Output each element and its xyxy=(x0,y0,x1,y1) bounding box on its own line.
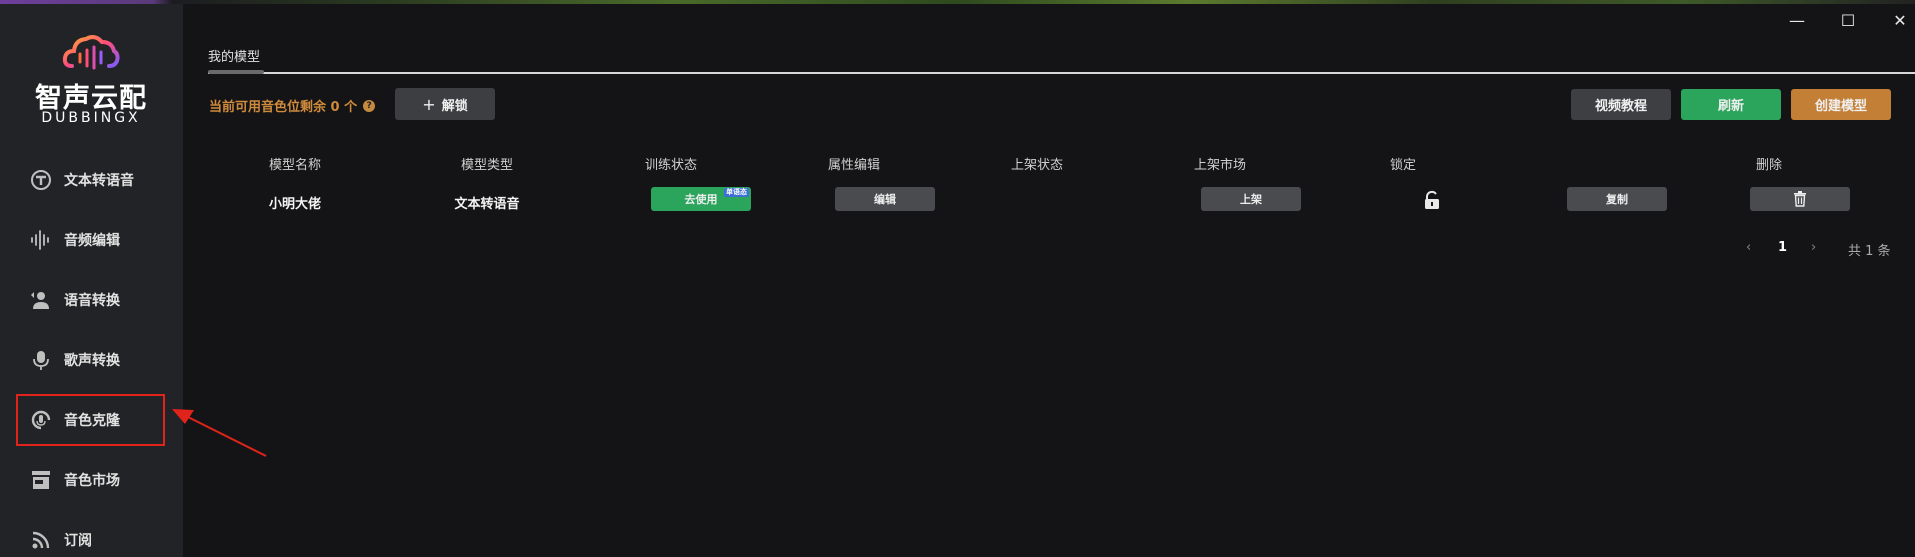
trash-icon xyxy=(1794,191,1806,207)
video-tutorial-button[interactable]: 视频教程 xyxy=(1571,89,1671,120)
sidebar-item-label: 音色市场 xyxy=(64,473,120,489)
edit-button[interactable]: 编辑 xyxy=(835,187,935,211)
tab-divider xyxy=(208,72,1915,74)
sidebar-item-subscribe[interactable]: 订阅 xyxy=(0,510,183,557)
cell-model-type: 文本转语音 xyxy=(454,197,520,212)
voice-convert-icon xyxy=(28,287,54,313)
copy-button[interactable]: 复制 xyxy=(1567,187,1667,211)
tab-active-indicator xyxy=(208,70,264,74)
sidebar-item-voice-convert[interactable]: 语音转换 xyxy=(0,270,183,330)
use-label: 去使用 xyxy=(684,193,718,206)
total-count: 共 1 条 xyxy=(1848,244,1891,259)
app-logo: 智声云配 DUBBINGX xyxy=(30,32,152,128)
cloud-logo-icon xyxy=(62,35,120,70)
sidebar-item-label: 歌声转换 xyxy=(64,353,120,369)
create-model-button[interactable]: 创建模型 xyxy=(1791,89,1891,120)
col-header-delete: 删除 xyxy=(1755,158,1782,173)
unlock-button[interactable]: + 解锁 xyxy=(395,88,495,120)
sidebar-item-voice-clone[interactable]: 音色克隆 xyxy=(12,390,169,450)
refresh-button[interactable]: 刷新 xyxy=(1681,89,1781,120)
sidebar-item-singing-convert[interactable]: 歌声转换 xyxy=(0,330,183,390)
sidebar-item-label: 音色克隆 xyxy=(64,413,120,429)
sidebar-item-audio-edit[interactable]: 音频编辑 xyxy=(0,210,183,270)
col-header-model-type: 模型类型 xyxy=(460,158,513,173)
quota-text: 当前可用音色位剩余 0 个 xyxy=(209,100,358,115)
voice-slot-quota: 当前可用音色位剩余 0 个 ? xyxy=(209,96,376,115)
main-content: 我的模型 当前可用音色位剩余 0 个 ? + 解锁 视频教程 刷新 创建模型 模… xyxy=(183,4,1915,557)
list-on-market-button[interactable]: 上架 xyxy=(1201,187,1301,211)
tts-icon xyxy=(28,167,54,193)
col-header-list-market: 上架市场 xyxy=(1193,158,1246,173)
use-model-button[interactable]: 去使用 单语态 xyxy=(651,187,751,211)
microphone-icon xyxy=(28,347,54,373)
sidebar-item-label: 文本转语音 xyxy=(64,173,134,189)
col-header-model-name: 模型名称 xyxy=(268,158,321,173)
plus-icon: + xyxy=(422,94,436,114)
col-header-lock: 锁定 xyxy=(1389,158,1416,173)
page-number-current[interactable]: 1 xyxy=(1778,240,1787,255)
help-icon[interactable]: ? xyxy=(363,99,376,112)
logo-subtitle: DUBBINGX xyxy=(41,110,141,126)
sidebar-item-voice-market[interactable]: 音色市场 xyxy=(0,450,183,510)
col-header-shelf-status: 上架状态 xyxy=(1010,158,1063,173)
cell-model-name: 小明大佬 xyxy=(268,197,321,212)
sidebar: 智声云配 DUBBINGX 文本转语音 音频编辑 语音转换 歌声转换 音色克隆 … xyxy=(0,4,183,557)
mono-state-badge: 单语态 xyxy=(724,188,749,197)
col-header-attribute-edit: 属性编辑 xyxy=(827,158,880,173)
unlock-label: 解锁 xyxy=(441,98,468,114)
col-header-train-status: 训练状态 xyxy=(644,158,697,173)
sidebar-item-label: 语音转换 xyxy=(64,293,120,309)
rss-icon xyxy=(28,527,54,553)
waveform-icon xyxy=(28,227,54,253)
sidebar-nav: 文本转语音 音频编辑 语音转换 歌声转换 音色克隆 音色市场 订阅 xyxy=(0,150,183,557)
voice-clone-icon xyxy=(28,407,54,433)
sidebar-item-tts[interactable]: 文本转语音 xyxy=(0,150,183,210)
sidebar-item-label: 音频编辑 xyxy=(64,233,120,249)
next-page-button[interactable]: › xyxy=(1811,240,1816,255)
prev-page-button[interactable]: ‹ xyxy=(1746,240,1751,255)
tab-my-models[interactable]: 我的模型 xyxy=(208,46,260,65)
store-icon xyxy=(28,467,54,493)
sidebar-item-label: 订阅 xyxy=(64,533,92,549)
unlock-icon[interactable] xyxy=(1423,190,1441,210)
delete-button[interactable] xyxy=(1750,187,1850,211)
